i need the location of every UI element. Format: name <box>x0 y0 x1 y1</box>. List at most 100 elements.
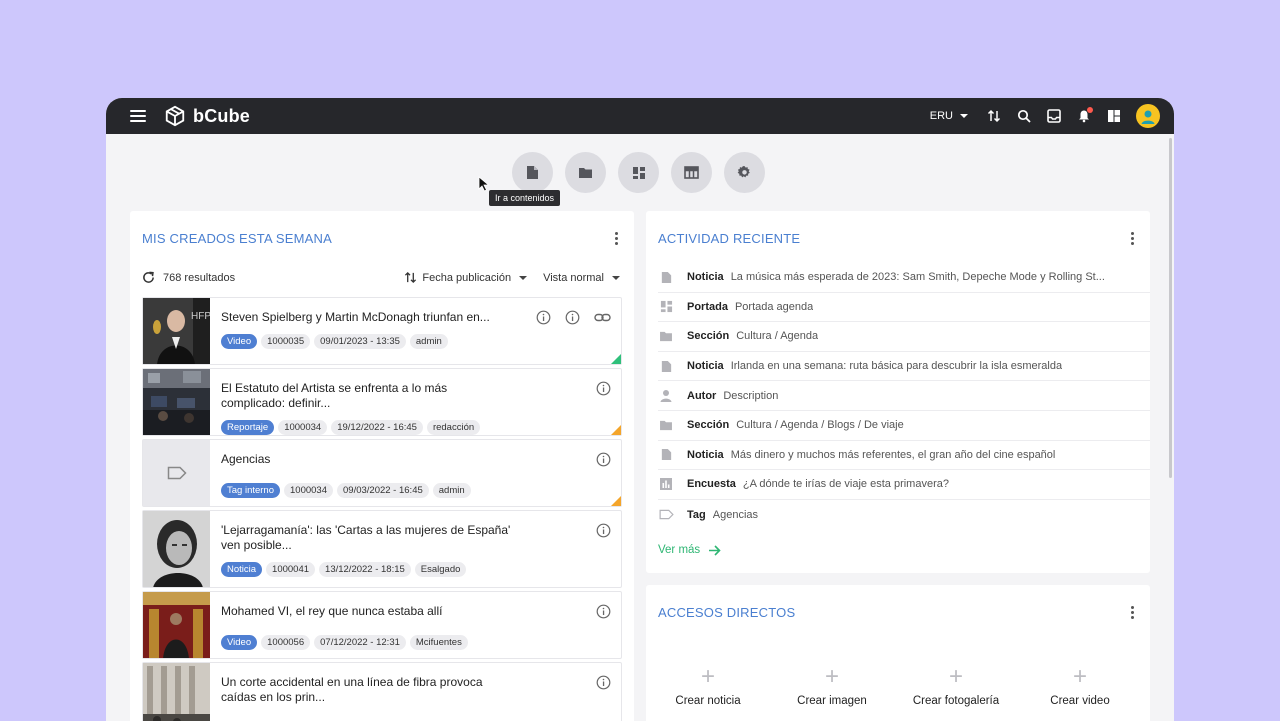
scrollbar[interactable] <box>1169 138 1172 478</box>
activity-desc: Description <box>723 389 779 402</box>
activity-desc: La música más esperada de 2023: Sam Smit… <box>730 271 1105 284</box>
arrow-right-icon <box>709 544 721 556</box>
activity-type: Sección <box>687 330 730 343</box>
cube-logo-icon <box>165 105 185 127</box>
activity-row[interactable]: Sección Cultura / Agenda / Blogs / De vi… <box>658 411 1150 441</box>
type-badge: Reportaje <box>221 420 275 435</box>
create-image-button[interactable]: + Crear imagen <box>770 663 894 708</box>
activity-type: Noticia <box>687 448 724 461</box>
more-options-icon[interactable] <box>1131 232 1134 245</box>
plus-icon: + <box>824 663 839 690</box>
link-icon[interactable] <box>594 310 611 325</box>
sort-arrows-icon <box>405 271 417 284</box>
list-item[interactable]: Mohamed VI, el rey que nunca estaba allí… <box>142 591 622 659</box>
go-to-contents-button[interactable] <box>512 152 553 193</box>
create-video-button[interactable]: + Crear video <box>1018 665 1142 708</box>
layout-icon[interactable] <box>1106 108 1122 124</box>
create-news-button[interactable]: + Crear noticia <box>646 665 770 708</box>
item-title[interactable]: 'Lejarragamanía': las 'Cartas a las muje… <box>221 523 611 553</box>
activity-row[interactable]: Autor Description <box>658 381 1150 411</box>
info-icon[interactable] <box>596 523 611 538</box>
activity-row[interactable]: Noticia La música más esperada de 2023: … <box>658 263 1150 293</box>
list-item[interactable]: HFPA Steven Spielberg y Martin McDonagh … <box>142 297 622 365</box>
activity-type: Portada <box>687 300 728 313</box>
list-toolbar: 768 resultados Fecha publicación Vista n… <box>142 271 620 284</box>
app-window: bCube ERU Ir a contenidos MIS CREADOS ES… <box>106 98 1174 721</box>
thumbnail-image: HFPA <box>143 298 210 364</box>
type-badge: Tag interno <box>221 483 281 498</box>
date-badge: 13/12/2022 - 18:15 <box>319 562 411 577</box>
search-icon[interactable] <box>1016 108 1032 124</box>
dashboard-icon <box>632 166 645 179</box>
see-more-link[interactable]: Ver más <box>658 544 721 556</box>
card-title: ACCESOS DIRECTOS <box>658 605 796 620</box>
plus-icon: + <box>948 663 963 690</box>
info-icon[interactable] <box>596 604 611 619</box>
inbox-icon[interactable] <box>1046 108 1062 124</box>
activity-row[interactable]: Sección Cultura / Agenda <box>658 322 1150 352</box>
shortcut-label: Crear noticia <box>675 695 741 707</box>
document-icon <box>661 271 671 283</box>
activity-type: Sección <box>687 419 730 432</box>
info-icon[interactable] <box>596 452 611 467</box>
activity-row[interactable]: Tag Agencias <box>658 500 1150 530</box>
type-badge: Video <box>221 334 258 349</box>
settings-button[interactable] <box>724 152 765 193</box>
language-selector[interactable]: ERU <box>930 110 968 122</box>
sort-selector[interactable]: Fecha publicación <box>404 271 528 284</box>
activity-desc: ¿A dónde te irías de viaje esta primaver… <box>742 478 949 491</box>
activity-type: Autor <box>687 389 717 402</box>
dashboard-button[interactable] <box>618 152 659 193</box>
person-icon <box>660 390 672 403</box>
activity-desc: Portada agenda <box>734 300 814 313</box>
chevron-down-icon <box>519 275 528 280</box>
activity-row[interactable]: Encuesta ¿A dónde te irías de viaje esta… <box>658 470 1150 500</box>
logo[interactable]: bCube <box>164 105 250 127</box>
id-badge: 1000035 <box>261 334 311 349</box>
folders-button[interactable] <box>565 152 606 193</box>
refresh-icon[interactable] <box>142 271 155 284</box>
list-item[interactable]: El Estatuto del Artista se enfrenta a lo… <box>142 368 622 436</box>
status-indicator <box>611 496 621 506</box>
bell-icon[interactable] <box>1076 107 1093 124</box>
thumbnail-image <box>143 663 210 721</box>
author-badge: Mcifuentes <box>409 635 468 650</box>
author-badge: admin <box>432 483 471 498</box>
view-selector[interactable]: Vista normal <box>543 272 620 284</box>
see-more-label: Ver más <box>658 544 701 556</box>
table-button[interactable] <box>671 152 712 193</box>
item-title[interactable]: Un corte accidental en una línea de fibr… <box>221 675 611 705</box>
list-item[interactable]: 'Lejarragamanía': las 'Cartas a las muje… <box>142 510 622 588</box>
activity-row[interactable]: Noticia Irlanda en una semana: ruta bási… <box>658 352 1150 382</box>
activity-row[interactable]: Noticia Más dinero y muchos más referent… <box>658 441 1150 471</box>
id-badge: 1000056 <box>261 635 311 650</box>
info-icon[interactable] <box>536 310 551 325</box>
my-created-card: MIS CREADOS ESTA SEMANA 768 resultados F… <box>130 211 634 721</box>
activity-desc: Agencias <box>712 508 759 521</box>
activity-type: Encuesta <box>687 478 736 491</box>
menu-icon[interactable] <box>130 110 146 122</box>
folder-icon <box>579 167 592 178</box>
item-title[interactable]: Agencias <box>221 452 611 467</box>
more-options-icon[interactable] <box>1131 606 1134 619</box>
info-icon[interactable] <box>596 381 611 396</box>
list-item[interactable]: Un corte accidental en una línea de fibr… <box>142 662 622 721</box>
info-icon[interactable] <box>565 310 580 325</box>
avatar[interactable] <box>1136 104 1160 128</box>
shortcuts-card: ACCESOS DIRECTOS + Crear noticia + Crear… <box>646 585 1150 721</box>
activity-type: Tag <box>687 508 706 521</box>
more-options-icon[interactable] <box>615 232 618 245</box>
document-icon <box>661 360 671 372</box>
info-icon[interactable] <box>596 675 611 690</box>
list-item[interactable]: Agencias Tag interno 1000034 09/03/2022 … <box>142 439 622 507</box>
language-label: ERU <box>929 110 953 122</box>
app-name: bCube <box>193 105 250 126</box>
id-badge: 1000034 <box>278 420 328 435</box>
item-title[interactable]: Mohamed VI, el rey que nunca estaba allí <box>221 604 611 619</box>
sort-arrows-icon[interactable] <box>986 108 1002 124</box>
activity-row[interactable]: Portada Portada agenda <box>658 293 1150 323</box>
create-gallery-button[interactable]: + Crear fotogalería <box>894 663 1018 708</box>
activity-type: Noticia <box>687 360 724 373</box>
type-badge: Noticia <box>221 562 263 577</box>
item-title[interactable]: El Estatuto del Artista se enfrenta a lo… <box>221 381 611 411</box>
